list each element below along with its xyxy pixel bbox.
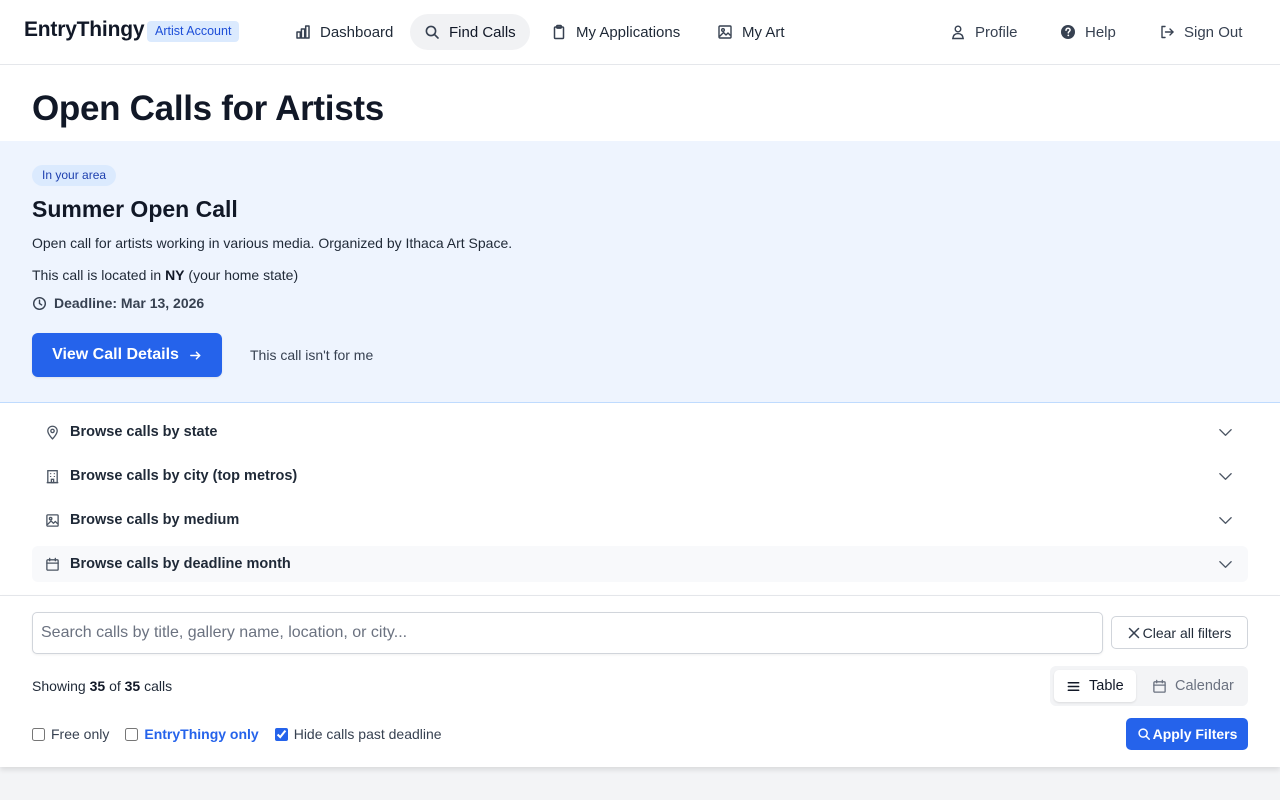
nav-help-label: Help — [1085, 23, 1116, 41]
featured-call-description: Open call for artists working in various… — [32, 235, 513, 251]
browse-by-deadline-month[interactable]: Browse calls by deadline month — [32, 546, 1248, 582]
view-call-details-button[interactable]: View Call Details — [32, 333, 222, 377]
hide-past-deadline-checkbox[interactable] — [274, 727, 288, 741]
clock-icon — [32, 296, 47, 310]
nav-dashboard-label: Dashboard — [320, 23, 394, 41]
search-icon — [425, 25, 439, 39]
sign-out-icon — [1161, 25, 1174, 39]
browse-section: Browse calls by state Browse calls by ci… — [0, 403, 1280, 596]
in-your-area-badge: In your area — [32, 165, 117, 186]
nav-dashboard[interactable]: Dashboard — [281, 14, 407, 50]
nav-find-calls[interactable]: Find Calls — [410, 14, 530, 50]
view-table-label: Table — [1089, 678, 1124, 694]
featured-call-deadline: Deadline: Mar 13, 2026 — [32, 295, 204, 311]
help-circle-icon — [1061, 25, 1075, 39]
arrow-right-icon — [190, 351, 201, 359]
list-icon — [1067, 681, 1080, 691]
account-type-badge: Artist Account — [147, 21, 240, 42]
user-icon — [951, 25, 965, 40]
deadline-text: Deadline: Mar 13, 2026 — [54, 295, 205, 311]
map-pin-icon — [47, 425, 58, 440]
browse-by-state[interactable]: Browse calls by state — [32, 414, 1248, 450]
chevron-down-icon — [1219, 428, 1232, 437]
entrythingy-only-label: EntryThingy only — [144, 726, 259, 742]
hide-past-deadline-filter[interactable]: Hide calls past deadline — [274, 726, 442, 742]
search-icon — [1137, 728, 1150, 740]
showing-count: 35 — [89, 678, 106, 694]
showing-suffix: calls — [144, 678, 173, 694]
close-icon — [1128, 627, 1139, 638]
dismiss-call-link[interactable]: This call isn't for me — [250, 347, 373, 363]
location-prefix: This call is located in — [32, 267, 162, 283]
free-only-label: Free only — [51, 726, 110, 742]
calendar-icon — [46, 557, 59, 571]
filter-panel: Clear all filters Showing 35 of 35 calls… — [0, 596, 1280, 767]
view-calendar-button[interactable]: Calendar — [1140, 670, 1246, 702]
image-icon — [46, 513, 59, 527]
nav-my-applications-label: My Applications — [576, 23, 681, 41]
entrythingy-only-filter[interactable]: EntryThingy only — [125, 726, 259, 742]
nav-profile-label: Profile — [975, 23, 1018, 41]
view-table-button[interactable]: Table — [1054, 670, 1136, 702]
showing-of: of — [109, 678, 121, 694]
results-count: Showing 35 of 35 calls — [32, 678, 172, 694]
nav-sign-out[interactable]: Sign Out — [1145, 14, 1256, 50]
page-title: Open Calls for Artists — [32, 89, 384, 128]
nav-my-art[interactable]: My Art — [703, 14, 799, 50]
apply-filters-button[interactable]: Apply Filters — [1126, 718, 1248, 750]
showing-total: 35 — [124, 678, 141, 694]
page-header: Open Calls for Artists — [0, 65, 1280, 141]
featured-call-title: Summer Open Call — [32, 196, 238, 222]
calendar-icon — [1153, 679, 1166, 693]
browse-by-city-label: Browse calls by city (top metros) — [70, 468, 298, 484]
location-state: NY — [165, 267, 185, 283]
clipboard-icon — [553, 24, 565, 40]
view-calendar-label: Calendar — [1175, 678, 1234, 694]
nav-profile[interactable]: Profile — [936, 14, 1032, 50]
browse-by-city[interactable]: Browse calls by city (top metros) — [32, 458, 1248, 494]
top-nav: EntryThingy Artist Account Dashboard Fin… — [0, 0, 1280, 65]
view-toggle: Table Calendar — [1050, 666, 1248, 706]
free-only-checkbox[interactable] — [32, 727, 45, 741]
filter-checkboxes: Free only EntryThingy only Hide calls pa… — [32, 725, 458, 743]
nav-find-calls-label: Find Calls — [449, 23, 516, 41]
chevron-down-icon — [1219, 516, 1232, 525]
clear-all-filters-button[interactable]: Clear all filters — [1111, 616, 1248, 649]
free-only-filter[interactable]: Free only — [32, 726, 109, 742]
browse-by-medium[interactable]: Browse calls by medium — [32, 502, 1248, 538]
featured-call-card: In your area Summer Open Call Open call … — [0, 141, 1280, 403]
nav-my-art-label: My Art — [742, 23, 785, 41]
featured-call-location: This call is located in NY (your home st… — [32, 267, 298, 283]
showing-prefix: Showing — [32, 678, 86, 694]
view-call-details-label: View Call Details — [52, 346, 179, 363]
location-suffix: (your home state) — [188, 267, 299, 283]
browse-by-medium-label: Browse calls by medium — [70, 512, 240, 528]
building-icon — [46, 469, 59, 483]
brand-logo[interactable]: EntryThingy — [24, 18, 145, 42]
nav-help[interactable]: Help — [1046, 14, 1130, 50]
clear-all-filters-label: Clear all filters — [1142, 624, 1232, 641]
search-input[interactable] — [32, 612, 1103, 654]
hide-past-deadline-label: Hide calls past deadline — [293, 726, 442, 742]
bar-chart-icon — [296, 25, 310, 39]
image-icon — [718, 25, 732, 39]
chevron-down-icon — [1219, 560, 1232, 569]
apply-filters-label: Apply Filters — [1152, 726, 1238, 742]
browse-by-state-label: Browse calls by state — [70, 424, 218, 440]
entrythingy-only-checkbox[interactable] — [125, 727, 139, 741]
browse-by-deadline-label: Browse calls by deadline month — [70, 556, 291, 572]
nav-my-applications[interactable]: My Applications — [537, 14, 694, 50]
nav-sign-out-label: Sign Out — [1184, 23, 1243, 41]
chevron-down-icon — [1219, 472, 1232, 481]
